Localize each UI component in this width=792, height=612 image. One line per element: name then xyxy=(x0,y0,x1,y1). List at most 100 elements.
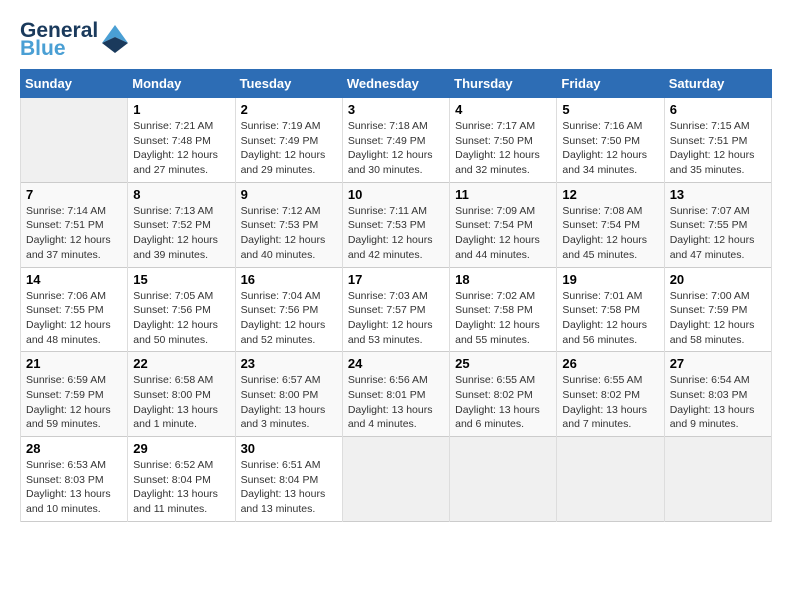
calendar-cell: 3 Sunrise: 7:18 AM Sunset: 7:49 PM Daylig… xyxy=(342,98,449,183)
calendar-header: SundayMondayTuesdayWednesdayThursdayFrid… xyxy=(21,70,772,98)
calendar-cell: 10 Sunrise: 7:11 AM Sunset: 7:53 PM Dayli… xyxy=(342,182,449,267)
day-number: 7 xyxy=(26,187,122,202)
header: General Blue xyxy=(20,20,772,59)
weekday-header: Monday xyxy=(128,70,235,98)
day-number: 17 xyxy=(348,272,444,287)
calendar-cell: 23 Sunrise: 6:57 AM Sunset: 8:00 PM Dayli… xyxy=(235,352,342,437)
day-number: 4 xyxy=(455,102,551,117)
calendar-cell: 29Sunrise: 6:52 AM Sunset: 8:04 PM Dayli… xyxy=(128,437,235,522)
calendar-cell: 12 Sunrise: 7:08 AM Sunset: 7:54 PM Dayli… xyxy=(557,182,664,267)
day-info: Sunrise: 7:02 AM Sunset: 7:58 PM Dayligh… xyxy=(455,289,551,348)
calendar-cell: 7 Sunrise: 7:14 AM Sunset: 7:51 PM Daylig… xyxy=(21,182,128,267)
calendar-cell: 26 Sunrise: 6:55 AM Sunset: 8:02 PM Dayli… xyxy=(557,352,664,437)
calendar-cell: 14 Sunrise: 7:06 AM Sunset: 7:55 PM Dayli… xyxy=(21,267,128,352)
day-info: Sunrise: 7:06 AM Sunset: 7:55 PM Dayligh… xyxy=(26,289,122,348)
calendar-cell xyxy=(342,437,449,522)
day-info: Sunrise: 6:57 AM Sunset: 8:00 PM Dayligh… xyxy=(241,373,337,432)
day-number: 16 xyxy=(241,272,337,287)
day-info: Sunrise: 6:54 AM Sunset: 8:03 PM Dayligh… xyxy=(670,373,766,432)
logo-bird-icon xyxy=(102,23,128,53)
calendar-cell xyxy=(557,437,664,522)
day-number: 21 xyxy=(26,356,122,371)
day-number: 27 xyxy=(670,356,766,371)
calendar-cell: 28Sunrise: 6:53 AM Sunset: 8:03 PM Dayli… xyxy=(21,437,128,522)
day-number: 25 xyxy=(455,356,551,371)
day-number: 12 xyxy=(562,187,658,202)
day-number: 10 xyxy=(348,187,444,202)
day-number: 30 xyxy=(241,441,337,456)
day-number: 29 xyxy=(133,441,229,456)
calendar-cell: 2Sunrise: 7:19 AM Sunset: 7:49 PM Daylig… xyxy=(235,98,342,183)
calendar-week-row: 21 Sunrise: 6:59 AM Sunset: 7:59 PM Dayli… xyxy=(21,352,772,437)
day-number: 23 xyxy=(241,356,337,371)
day-info: Sunrise: 7:16 AM Sunset: 7:50 PM Dayligh… xyxy=(562,119,658,178)
weekday-header: Sunday xyxy=(21,70,128,98)
weekday-header: Tuesday xyxy=(235,70,342,98)
day-number: 24 xyxy=(348,356,444,371)
calendar-body: 1 Sunrise: 7:21 AM Sunset: 7:48 PM Daylig… xyxy=(21,98,772,522)
day-info: Sunrise: 7:12 AM Sunset: 7:53 PM Dayligh… xyxy=(241,204,337,263)
calendar-table: SundayMondayTuesdayWednesdayThursdayFrid… xyxy=(20,69,772,522)
day-info: Sunrise: 7:05 AM Sunset: 7:56 PM Dayligh… xyxy=(133,289,229,348)
calendar-cell: 22 Sunrise: 6:58 AM Sunset: 8:00 PM Dayli… xyxy=(128,352,235,437)
calendar-cell: 5 Sunrise: 7:16 AM Sunset: 7:50 PM Daylig… xyxy=(557,98,664,183)
calendar-week-row: 28Sunrise: 6:53 AM Sunset: 8:03 PM Dayli… xyxy=(21,437,772,522)
calendar-cell: 21 Sunrise: 6:59 AM Sunset: 7:59 PM Dayli… xyxy=(21,352,128,437)
weekday-header: Thursday xyxy=(450,70,557,98)
day-info: Sunrise: 6:53 AM Sunset: 8:03 PM Dayligh… xyxy=(26,458,122,517)
day-number: 20 xyxy=(670,272,766,287)
logo-brand: General Blue xyxy=(20,20,128,59)
day-number: 19 xyxy=(562,272,658,287)
day-number: 18 xyxy=(455,272,551,287)
day-info: Sunrise: 7:11 AM Sunset: 7:53 PM Dayligh… xyxy=(348,204,444,263)
calendar-cell: 25Sunrise: 6:55 AM Sunset: 8:02 PM Dayli… xyxy=(450,352,557,437)
day-number: 14 xyxy=(26,272,122,287)
day-info: Sunrise: 6:55 AM Sunset: 8:02 PM Dayligh… xyxy=(562,373,658,432)
day-number: 6 xyxy=(670,102,766,117)
day-info: Sunrise: 7:01 AM Sunset: 7:58 PM Dayligh… xyxy=(562,289,658,348)
calendar-cell xyxy=(664,437,771,522)
day-number: 15 xyxy=(133,272,229,287)
calendar-cell: 20 Sunrise: 7:00 AM Sunset: 7:59 PM Dayli… xyxy=(664,267,771,352)
day-info: Sunrise: 7:21 AM Sunset: 7:48 PM Dayligh… xyxy=(133,119,229,178)
day-number: 26 xyxy=(562,356,658,371)
calendar-cell xyxy=(450,437,557,522)
day-info: Sunrise: 7:17 AM Sunset: 7:50 PM Dayligh… xyxy=(455,119,551,178)
calendar-cell: 4 Sunrise: 7:17 AM Sunset: 7:50 PM Daylig… xyxy=(450,98,557,183)
day-number: 8 xyxy=(133,187,229,202)
day-info: Sunrise: 7:13 AM Sunset: 7:52 PM Dayligh… xyxy=(133,204,229,263)
day-info: Sunrise: 7:14 AM Sunset: 7:51 PM Dayligh… xyxy=(26,204,122,263)
day-info: Sunrise: 7:08 AM Sunset: 7:54 PM Dayligh… xyxy=(562,204,658,263)
day-number: 11 xyxy=(455,187,551,202)
calendar-week-row: 14 Sunrise: 7:06 AM Sunset: 7:55 PM Dayli… xyxy=(21,267,772,352)
calendar-cell: 18 Sunrise: 7:02 AM Sunset: 7:58 PM Dayli… xyxy=(450,267,557,352)
calendar-cell: 1 Sunrise: 7:21 AM Sunset: 7:48 PM Daylig… xyxy=(128,98,235,183)
day-info: Sunrise: 7:18 AM Sunset: 7:49 PM Dayligh… xyxy=(348,119,444,178)
calendar-cell: 6 Sunrise: 7:15 AM Sunset: 7:51 PM Daylig… xyxy=(664,98,771,183)
day-number: 5 xyxy=(562,102,658,117)
day-info: Sunrise: 6:59 AM Sunset: 7:59 PM Dayligh… xyxy=(26,373,122,432)
day-info: Sunrise: 7:15 AM Sunset: 7:51 PM Dayligh… xyxy=(670,119,766,178)
logo: General Blue xyxy=(20,20,128,59)
day-info: Sunrise: 7:04 AM Sunset: 7:56 PM Dayligh… xyxy=(241,289,337,348)
calendar-week-row: 1 Sunrise: 7:21 AM Sunset: 7:48 PM Daylig… xyxy=(21,98,772,183)
day-number: 3 xyxy=(348,102,444,117)
calendar-cell: 30 Sunrise: 6:51 AM Sunset: 8:04 PM Dayli… xyxy=(235,437,342,522)
calendar-cell: 15 Sunrise: 7:05 AM Sunset: 7:56 PM Dayli… xyxy=(128,267,235,352)
day-info: Sunrise: 7:09 AM Sunset: 7:54 PM Dayligh… xyxy=(455,204,551,263)
calendar-cell: 11 Sunrise: 7:09 AM Sunset: 7:54 PM Dayli… xyxy=(450,182,557,267)
calendar-cell: 8 Sunrise: 7:13 AM Sunset: 7:52 PM Daylig… xyxy=(128,182,235,267)
calendar-cell: 9 Sunrise: 7:12 AM Sunset: 7:53 PM Daylig… xyxy=(235,182,342,267)
weekday-header-row: SundayMondayTuesdayWednesdayThursdayFrid… xyxy=(21,70,772,98)
day-number: 1 xyxy=(133,102,229,117)
day-info: Sunrise: 6:51 AM Sunset: 8:04 PM Dayligh… xyxy=(241,458,337,517)
weekday-header: Friday xyxy=(557,70,664,98)
calendar-cell: 17 Sunrise: 7:03 AM Sunset: 7:57 PM Dayli… xyxy=(342,267,449,352)
calendar-week-row: 7 Sunrise: 7:14 AM Sunset: 7:51 PM Daylig… xyxy=(21,182,772,267)
logo-blue: Blue xyxy=(20,38,98,59)
day-info: Sunrise: 7:00 AM Sunset: 7:59 PM Dayligh… xyxy=(670,289,766,348)
day-number: 9 xyxy=(241,187,337,202)
day-info: Sunrise: 7:03 AM Sunset: 7:57 PM Dayligh… xyxy=(348,289,444,348)
day-number: 22 xyxy=(133,356,229,371)
day-info: Sunrise: 6:58 AM Sunset: 8:00 PM Dayligh… xyxy=(133,373,229,432)
